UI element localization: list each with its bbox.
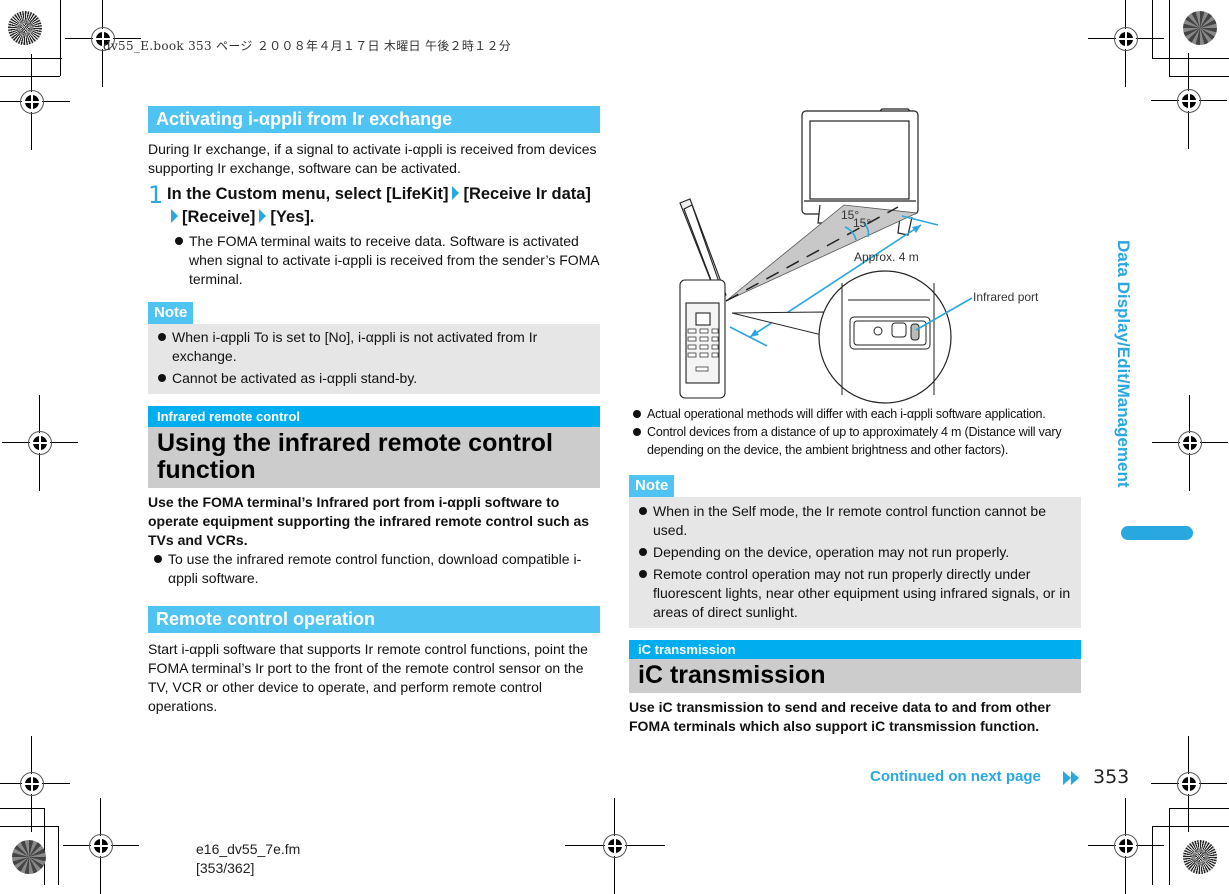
- crop-line: [1152, 826, 1153, 885]
- section-title: iC transmission: [629, 659, 1081, 693]
- illustration-bullet: Actual operational methods will differ w…: [629, 405, 1081, 423]
- category-bar: iC transmission: [629, 640, 1081, 659]
- registration-target-icon: [1151, 736, 1227, 832]
- arrow-right-icon: [452, 186, 460, 200]
- illustration-bullet: Control devices from a distance of up to…: [629, 423, 1081, 459]
- crop-line: [1169, 76, 1229, 77]
- section-heading-remote-operation: Remote control operation: [148, 606, 600, 633]
- crop-line: [58, 826, 59, 885]
- registration-starburst-icon: [1183, 11, 1217, 45]
- remote-control-illustration: 15° 15° Approx. 4 m Infrared port: [630, 105, 1090, 405]
- crop-line: [0, 826, 58, 827]
- note-item: Depending on the device, operation may n…: [635, 543, 1073, 562]
- category-bar: Infrared remote control: [148, 406, 600, 427]
- note-item: Cannot be activated as i-αppli stand-by.: [154, 369, 592, 388]
- crop-line: [1169, 808, 1170, 885]
- section-remote-operation: Remote control operation Start i-αppli s…: [148, 606, 600, 716]
- registration-starburst-icon: [12, 840, 46, 874]
- distance-label: Approx. 4 m: [854, 250, 919, 264]
- note-block-2: Note When in the Self mode, the Ir remot…: [629, 475, 1081, 628]
- crop-line: [0, 808, 44, 809]
- registration-target-icon: [1088, 798, 1164, 894]
- page-range: [353/362]: [196, 860, 255, 876]
- print-header: dv55_E.book 353 ページ ２００８年４月１７日 木曜日 午後２時１…: [103, 39, 512, 53]
- file-name: e16_dv55_7e.fm: [196, 841, 301, 857]
- crop-line: [1152, 0, 1153, 58]
- section-lead: Use the FOMA terminal’s Infrared port fr…: [148, 494, 590, 548]
- step-instruction: In the Custom menu, select [LifeKit] [Rec…: [148, 183, 600, 229]
- arrow-right-icon: [171, 209, 178, 223]
- page-number: 353: [1093, 766, 1130, 788]
- left-column: Activating i-αppli from Ir exchange Duri…: [148, 106, 600, 716]
- magnified-view: [818, 270, 952, 404]
- section-lead: Use iC transmission to send and receive …: [629, 699, 1051, 734]
- step-part: [Yes].: [270, 208, 315, 226]
- registration-starburst-icon: [1183, 840, 1217, 874]
- note-item: When in the Self mode, the Ir remote con…: [635, 502, 1073, 540]
- note-box: When in the Self mode, the Ir remote con…: [629, 497, 1081, 628]
- section-heading-activating: Activating i-αppli from Ir exchange: [148, 106, 600, 133]
- chapter-indicator: [1121, 526, 1193, 540]
- phone-icon: [679, 198, 727, 399]
- registration-target-icon: [1088, 0, 1164, 87]
- note-item: Remote control operation may not run pro…: [635, 565, 1073, 622]
- note-label: Note: [148, 302, 194, 324]
- section-infrared-remote: Infrared remote control Using the infrar…: [148, 406, 600, 588]
- registration-target-icon: [565, 798, 665, 894]
- crop-line: [1152, 58, 1229, 59]
- note-item: When i-αppli To is set to [No], i-αppli …: [154, 328, 592, 366]
- registration-target-icon: [0, 736, 70, 832]
- registration-target-icon: [1152, 395, 1228, 491]
- registration-target-icon: [2, 395, 78, 491]
- crop-line: [1169, 808, 1229, 809]
- registration-target-icon: [63, 798, 139, 894]
- note-label: Note: [629, 475, 675, 497]
- step-part: [Receive Ir data]: [463, 185, 591, 203]
- chapter-title: Data Display/Edit/Management: [1114, 240, 1133, 488]
- step-1: 1 In the Custom menu, select [LifeKit] [R…: [148, 183, 600, 289]
- step-number: 1: [148, 181, 164, 209]
- chapter-side-tab: Data Display/Edit/Management: [1113, 240, 1133, 520]
- section-body: Start i-αppli software that supports Ir …: [148, 641, 588, 714]
- crop-line: [1169, 0, 1170, 76]
- crop-line: [0, 76, 60, 77]
- angle-label: 15°: [853, 216, 871, 230]
- registration-target-icon: [0, 54, 70, 150]
- crop-line: [60, 0, 61, 76]
- illustration-svg: 15° 15° Approx. 4 m Infrared port: [679, 108, 1039, 404]
- section-intro: During Ir exchange, if a signal to activ…: [148, 141, 597, 176]
- step-part: [Receive]: [182, 208, 256, 226]
- section-bullet: To use the infrared remote control funct…: [150, 550, 600, 588]
- note-box: When i-αppli To is set to [No], i-αppli …: [148, 324, 600, 394]
- right-column: Actual operational methods will differ w…: [629, 405, 1081, 736]
- step-bullet: The FOMA terminal waits to receive data.…: [171, 232, 600, 289]
- footer-file-info: e16_dv55_7e.fm [353/362]: [196, 840, 300, 878]
- infrared-port-label: Infrared port: [973, 290, 1039, 304]
- section-title: Using the infrared remote control functi…: [148, 427, 600, 488]
- section-ic-transmission: iC transmission iC transmission Use iC t…: [629, 640, 1081, 736]
- registration-target-icon: [1151, 53, 1227, 149]
- crop-line: [1152, 826, 1229, 827]
- crop-line: [44, 808, 45, 885]
- fast-forward-icon: [1063, 771, 1081, 785]
- step-part: In the Custom menu, select [LifeKit]: [167, 185, 449, 203]
- note-block-1: Note When i-αppli To is set to [No], i-α…: [148, 302, 600, 394]
- arrow-right-icon: [259, 209, 267, 223]
- registration-starburst-icon: [8, 11, 42, 45]
- continued-link: Continued on next page: [870, 768, 1041, 785]
